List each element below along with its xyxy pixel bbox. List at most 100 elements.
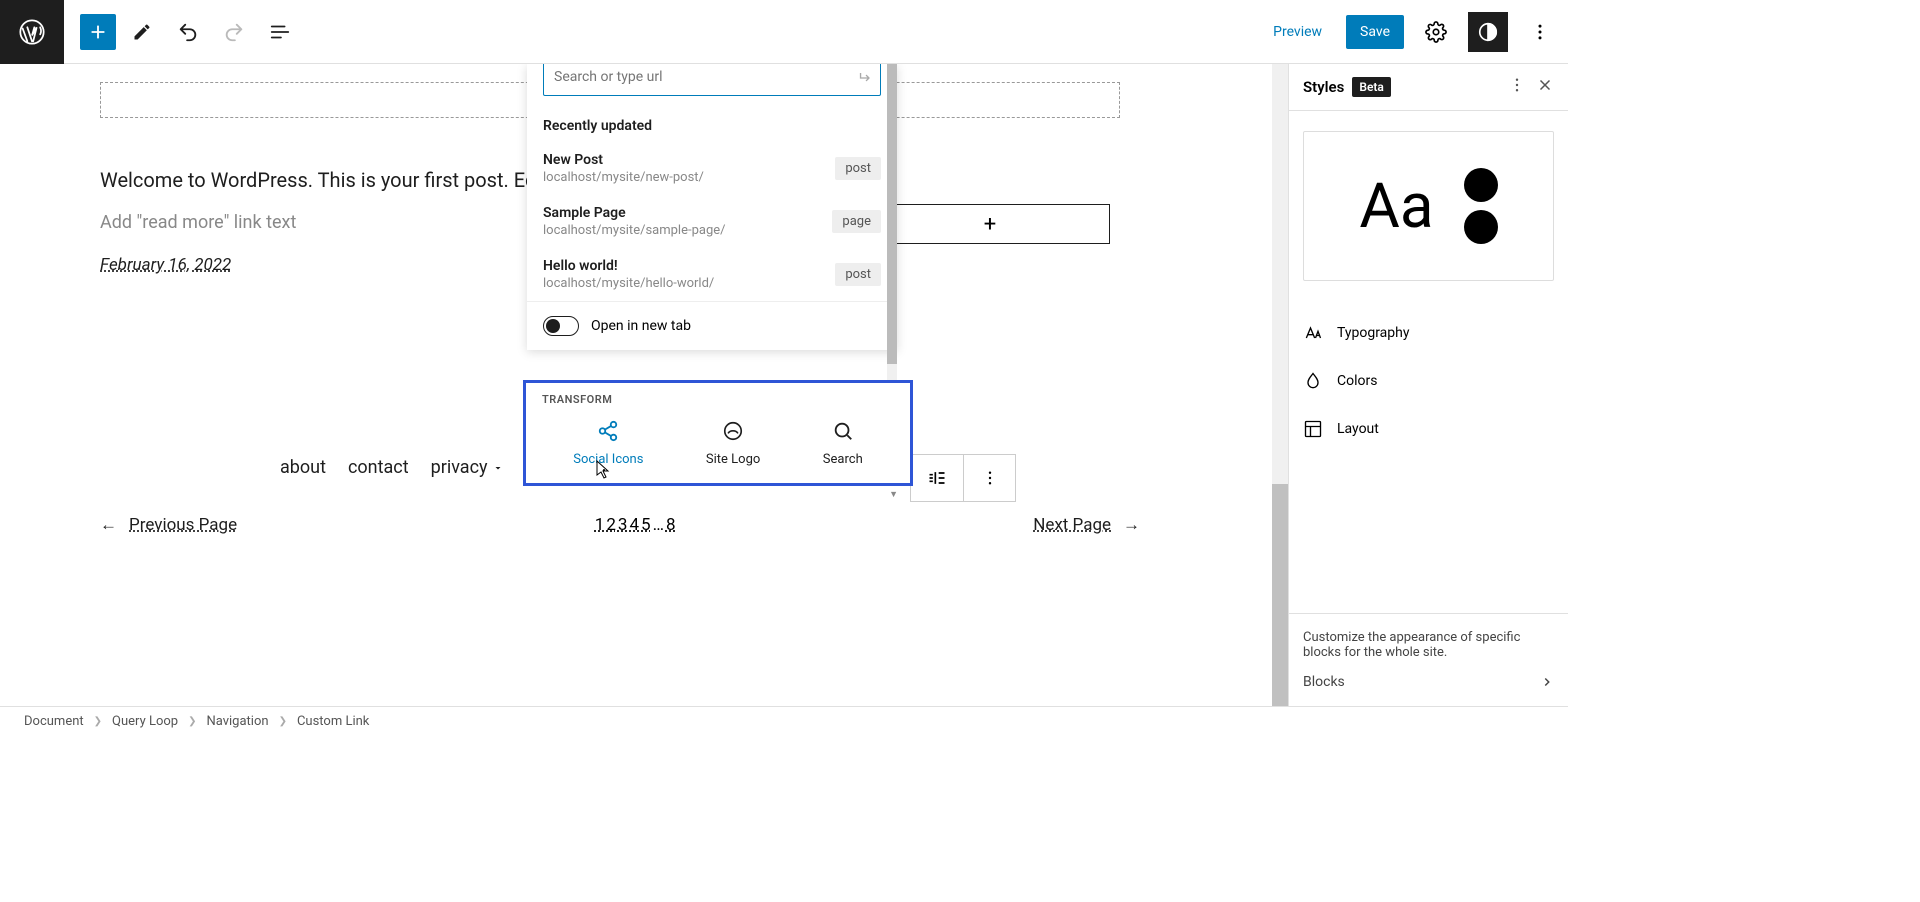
page-5[interactable]: 5 (640, 515, 652, 535)
chevron-right-icon: ❯ (279, 716, 287, 727)
typography-preview: Aa (1359, 170, 1433, 243)
breadcrumb-navigation[interactable]: Navigation (206, 714, 268, 729)
beta-badge: Beta (1352, 77, 1391, 97)
justify-button[interactable] (911, 455, 963, 501)
block-toolbar (910, 454, 1016, 502)
nav-item-about[interactable]: about (280, 457, 326, 478)
nav-item-privacy[interactable]: privacy (431, 457, 504, 478)
more-options-button[interactable] (1520, 12, 1560, 52)
layout-icon (1303, 419, 1323, 439)
layout-option[interactable]: Layout (1303, 405, 1554, 453)
link-result-hello-world[interactable]: Hello world! localhost/mysite/hello-worl… (527, 248, 897, 301)
sidebar-close-button[interactable] (1536, 76, 1554, 98)
sidebar-more-button[interactable] (1508, 76, 1526, 98)
styles-sidebar: Styles Beta Aa Typography (1288, 64, 1568, 706)
sidebar-header: Styles Beta (1289, 64, 1568, 111)
link-result-tag: page (832, 210, 881, 233)
link-result-url: localhost/mysite/new-post/ (543, 170, 704, 185)
site-logo-icon (722, 420, 744, 442)
more-vertical-icon (981, 469, 999, 487)
link-result-tag: post (835, 157, 881, 180)
add-block-button[interactable] (80, 14, 116, 50)
search-icon (832, 420, 854, 442)
blocks-label: Blocks (1303, 674, 1345, 690)
typography-icon (1303, 323, 1323, 343)
typography-option[interactable]: Typography (1303, 309, 1554, 357)
chevron-down-icon (492, 462, 504, 474)
next-page-label: Next Page (1033, 515, 1111, 535)
wordpress-logo[interactable] (0, 0, 64, 64)
link-popover: ↵ Recently updated New Post localhost/my… (527, 64, 897, 350)
recently-updated-heading: Recently updated (527, 106, 897, 142)
canvas-scrollbar[interactable] (1272, 64, 1288, 706)
colors-label: Colors (1337, 373, 1377, 389)
settings-button[interactable] (1416, 12, 1456, 52)
submit-link-icon[interactable]: ↵ (857, 68, 870, 87)
colors-option[interactable]: Colors (1303, 357, 1554, 405)
link-result-title: Hello world! (543, 258, 714, 274)
link-search-field[interactable]: ↵ (543, 64, 881, 96)
edit-tool-button[interactable] (122, 12, 162, 52)
transform-panel: TRANSFORM Social Icons Site Logo Search (523, 380, 913, 486)
transform-heading: TRANSFORM (542, 393, 894, 406)
post-date[interactable]: February 16, 2022 (100, 255, 231, 275)
add-block-inline-button[interactable]: + (870, 204, 1110, 244)
page-1[interactable]: 1 (594, 515, 606, 535)
link-result-sample-page[interactable]: Sample Page localhost/mysite/sample-page… (527, 195, 897, 248)
redo-button[interactable] (214, 12, 254, 52)
save-button[interactable]: Save (1346, 15, 1404, 49)
page-4[interactable]: 4 (628, 515, 640, 535)
sidebar-footer-text: Customize the appearance of specific blo… (1303, 630, 1554, 660)
breadcrumb-document[interactable]: Document (24, 714, 84, 729)
chevron-right-icon (1540, 675, 1554, 689)
page-8[interactable]: 8 (665, 515, 677, 535)
link-search-input[interactable] (554, 69, 857, 85)
nav-privacy-label: privacy (431, 457, 488, 478)
styles-preview[interactable]: Aa (1303, 131, 1554, 281)
undo-button[interactable] (168, 12, 208, 52)
next-page-link[interactable]: Next Page → (1033, 515, 1140, 535)
typography-label: Typography (1337, 325, 1409, 341)
link-result-title: New Post (543, 152, 704, 168)
page-3[interactable]: 3 (617, 515, 629, 535)
chevron-right-icon: ❯ (188, 716, 196, 727)
breadcrumb: Document ❯ Query Loop ❯ Navigation ❯ Cus… (0, 706, 1568, 736)
styles-button[interactable] (1468, 12, 1508, 52)
droplet-icon (1303, 371, 1323, 391)
nav-item-contact[interactable]: contact (348, 457, 409, 478)
previous-page-link[interactable]: ← Previous Page (100, 515, 237, 535)
transform-site-logo[interactable]: Site Logo (706, 420, 760, 467)
chevron-right-icon: ❯ (94, 716, 102, 727)
open-new-tab-toggle[interactable] (543, 316, 579, 336)
popover-scrollbar[interactable] (887, 64, 897, 382)
block-more-button[interactable] (963, 455, 1015, 501)
popover-scroll-down-icon[interactable]: ▼ (889, 489, 898, 500)
link-result-url: localhost/mysite/sample-page/ (543, 223, 726, 238)
justify-icon (927, 468, 947, 488)
link-result-title: Sample Page (543, 205, 726, 221)
top-toolbar: Preview Save (0, 0, 1568, 64)
transform-search-label: Search (823, 452, 863, 467)
breadcrumb-custom-link[interactable]: Custom Link (297, 714, 369, 729)
link-result-url: localhost/mysite/hello-world/ (543, 276, 714, 291)
open-new-tab-label: Open in new tab (591, 318, 691, 334)
blocks-option[interactable]: Blocks (1303, 660, 1554, 690)
pagination: ← Previous Page 1 2 3 4 5 … 8 Next Page … (100, 515, 1140, 535)
mouse-cursor (596, 460, 612, 484)
layout-label: Layout (1337, 421, 1379, 437)
page-2[interactable]: 2 (605, 515, 617, 535)
list-view-button[interactable] (260, 12, 300, 52)
preview-link[interactable]: Preview (1261, 16, 1334, 48)
sidebar-title-text: Styles (1303, 78, 1344, 96)
transform-sitelogo-label: Site Logo (706, 452, 760, 467)
page-numbers: 1 2 3 4 5 … 8 (594, 515, 677, 535)
breadcrumb-query-loop[interactable]: Query Loop (112, 714, 178, 729)
link-result-tag: post (835, 263, 881, 286)
share-icon (597, 420, 619, 442)
transform-search[interactable]: Search (823, 420, 863, 467)
prev-page-label: Previous Page (129, 515, 237, 535)
open-new-tab-row: Open in new tab (527, 301, 897, 350)
color-preview (1464, 168, 1498, 244)
page-dots: … (652, 515, 665, 535)
link-result-new-post[interactable]: New Post localhost/mysite/new-post/ post (527, 142, 897, 195)
